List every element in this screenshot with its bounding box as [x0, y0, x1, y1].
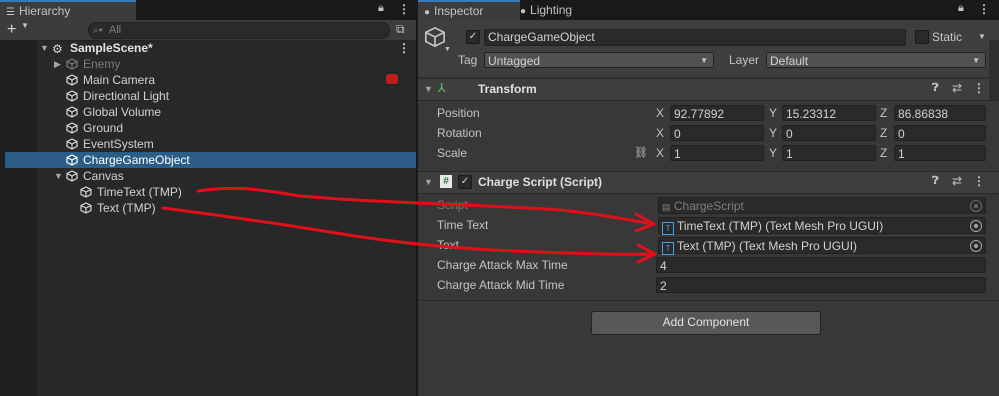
- annotation-arrow-text: [161, 206, 656, 256]
- annotation-arrow-timetext: [196, 186, 654, 226]
- annotation-arrows: [161, 186, 657, 264]
